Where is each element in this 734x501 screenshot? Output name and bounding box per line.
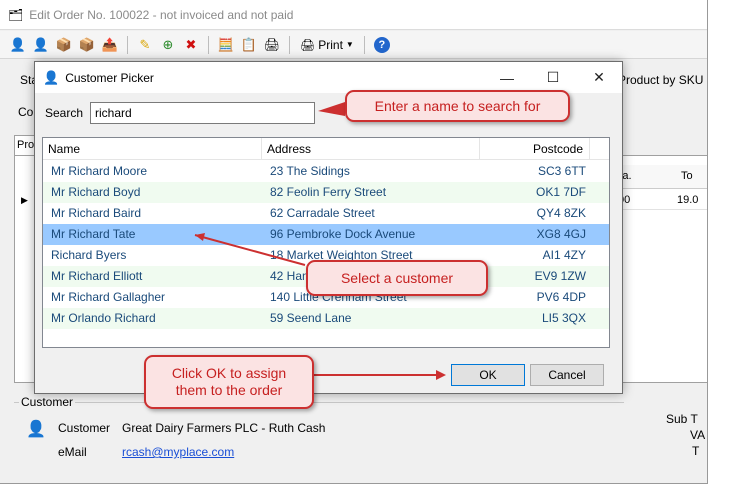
delete-icon[interactable]: ✖ — [181, 35, 201, 55]
customer-label: Customer — [58, 421, 111, 435]
cancel-button[interactable]: Cancel — [530, 364, 604, 386]
column-header-postcode[interactable]: Postcode — [480, 138, 590, 160]
column-total: To — [681, 170, 693, 182]
table-row[interactable]: Mr Orlando Richard 59 Seend Lane LI5 3QX — [43, 308, 609, 329]
column-header-name[interactable]: Name — [43, 138, 262, 160]
customer-group-legend: Customer — [19, 395, 76, 409]
cell-name: Mr Orlando Richard — [51, 311, 156, 325]
print-menu-button[interactable]: 🖨 Print ▼ — [297, 38, 357, 52]
cell-postcode: OK1 7DF — [535, 185, 586, 199]
add-icon[interactable]: ⊕ — [158, 35, 178, 55]
cell-name: Mr Richard Moore — [51, 164, 148, 178]
cell-name: Mr Richard Gallagher — [51, 290, 166, 304]
total-label: T — [692, 444, 700, 458]
print-preview-icon: 🖨 — [300, 37, 316, 52]
cell-postcode: LI5 3QX — [541, 311, 586, 325]
table-row[interactable]: Mr Richard Boyd 82 Feolin Ferry Street OK1… — [43, 182, 609, 203]
customer-group: Customer 👤 Customer Great Dairy Farmers … — [14, 395, 624, 482]
ok-callout-line-1: Click OK to assign — [171, 365, 287, 381]
customer-icon[interactable]: 👤 — [26, 419, 46, 439]
table-row[interactable]: Mr Richard Tate 96 Pembroke Dock Avenue XG… — [43, 224, 609, 245]
minimize-button[interactable]: — — [484, 62, 530, 93]
cell-postcode: EV9 1ZW — [534, 269, 586, 283]
calculator-icon[interactable]: 🧮 — [216, 35, 236, 55]
cell-address: 59 Seend Lane — [270, 311, 352, 325]
cell-name: Mr Richard Boyd — [51, 185, 141, 199]
dialog-title: Customer Picker — [65, 70, 154, 85]
export-icon[interactable]: 📤 — [100, 35, 120, 55]
cell-name: Richard Byers — [51, 248, 127, 262]
print-label: Print — [318, 37, 343, 52]
select-callout: Select a customer — [306, 260, 488, 296]
ok-callout-line-2: them to the order — [175, 382, 283, 398]
cell-name: Mr Richard Elliott — [51, 269, 143, 283]
edit-order-titlebar: 🗂 Edit Order No. 100022 - not invoiced a… — [0, 0, 707, 30]
search-callout: Enter a name to search for — [345, 90, 570, 122]
toolbar-separator — [208, 35, 209, 54]
torn-edge-right — [708, 0, 734, 501]
search-input[interactable] — [90, 102, 315, 124]
toolbar-separator — [363, 35, 365, 54]
edit-icon[interactable]: ✎ — [135, 35, 155, 55]
dialog-titlebar: 👤 Customer Picker — ☐ ✕ — [35, 62, 622, 93]
cell-postcode: PV6 4DP — [536, 290, 586, 304]
dropdown-arrow-icon: ▼ — [345, 40, 354, 49]
cell-postcode: XG8 4GJ — [536, 227, 586, 241]
cell-name: Mr Richard Tate — [51, 227, 136, 241]
cell-address: 62 Carradale Street — [270, 206, 375, 220]
items-alt-icon[interactable]: 📦 — [77, 35, 97, 55]
cell-postcode: QY4 8ZK — [536, 206, 586, 220]
cell-address: 23 The Sidings — [270, 164, 350, 178]
items-icon[interactable]: 📦 — [54, 35, 74, 55]
copy-icon[interactable]: 📋 — [239, 35, 259, 55]
customer-alt-icon[interactable]: 👤 — [31, 35, 51, 55]
order-total-value: 19.0 — [677, 194, 699, 206]
edit-order-title: Edit Order No. 100022 - not invoiced and… — [29, 7, 294, 22]
product-by-sku-label: Product by SKU — [618, 73, 704, 87]
customer-icon: 👤 — [43, 69, 60, 85]
search-label: Search — [45, 106, 84, 120]
ok-button[interactable]: OK — [451, 364, 525, 386]
customer-grid-header: Name Address Postcode — [43, 138, 609, 160]
printer-icon[interactable]: 🖨 — [262, 35, 282, 55]
edit-order-toolbar: 👤 👤 📦 📦 📤 ✎ ⊕ ✖ 🧮 📋 🖨 🖨 Print ▼ ? — [0, 31, 707, 59]
cell-postcode: SC3 6TT — [537, 164, 586, 178]
vat-label: VA — [690, 428, 706, 442]
customer-grid: Name Address Postcode Mr Richard Moore 23… — [42, 137, 610, 348]
maximize-button[interactable]: ☐ — [530, 62, 576, 93]
tab-products-label: Pro — [17, 139, 35, 151]
row-pointer-icon: ▶ — [15, 190, 35, 210]
table-row[interactable]: Mr Richard Moore 23 The Sidings SC3 6TT — [43, 161, 609, 182]
customer-value: Great Dairy Farmers PLC - Ruth Cash — [122, 421, 326, 435]
app-icon: 🗂 — [8, 7, 24, 22]
email-link[interactable]: rcash@myplace.com — [122, 445, 234, 459]
ok-callout: Click OK to assign them to the order — [144, 355, 314, 409]
table-row[interactable]: Mr Richard Baird 62 Carradale Street QY4 8… — [43, 203, 609, 224]
help-icon[interactable]: ? — [372, 35, 392, 55]
toolbar-separator — [127, 35, 128, 54]
column-header-address[interactable]: Address — [262, 138, 480, 160]
cell-postcode: AI1 4ZY — [542, 248, 586, 262]
customer-icon[interactable]: 👤 — [8, 35, 28, 55]
close-button[interactable]: ✕ — [576, 62, 622, 93]
torn-edge-bottom — [0, 484, 734, 501]
toolbar-separator — [289, 35, 290, 54]
subtotal-label: Sub T — [666, 412, 698, 426]
email-label: eMail — [58, 445, 87, 459]
cell-address: 96 Pembroke Dock Avenue — [270, 227, 416, 241]
cell-address: 82 Feolin Ferry Street — [270, 185, 387, 199]
cell-name: Mr Richard Baird — [51, 206, 142, 220]
